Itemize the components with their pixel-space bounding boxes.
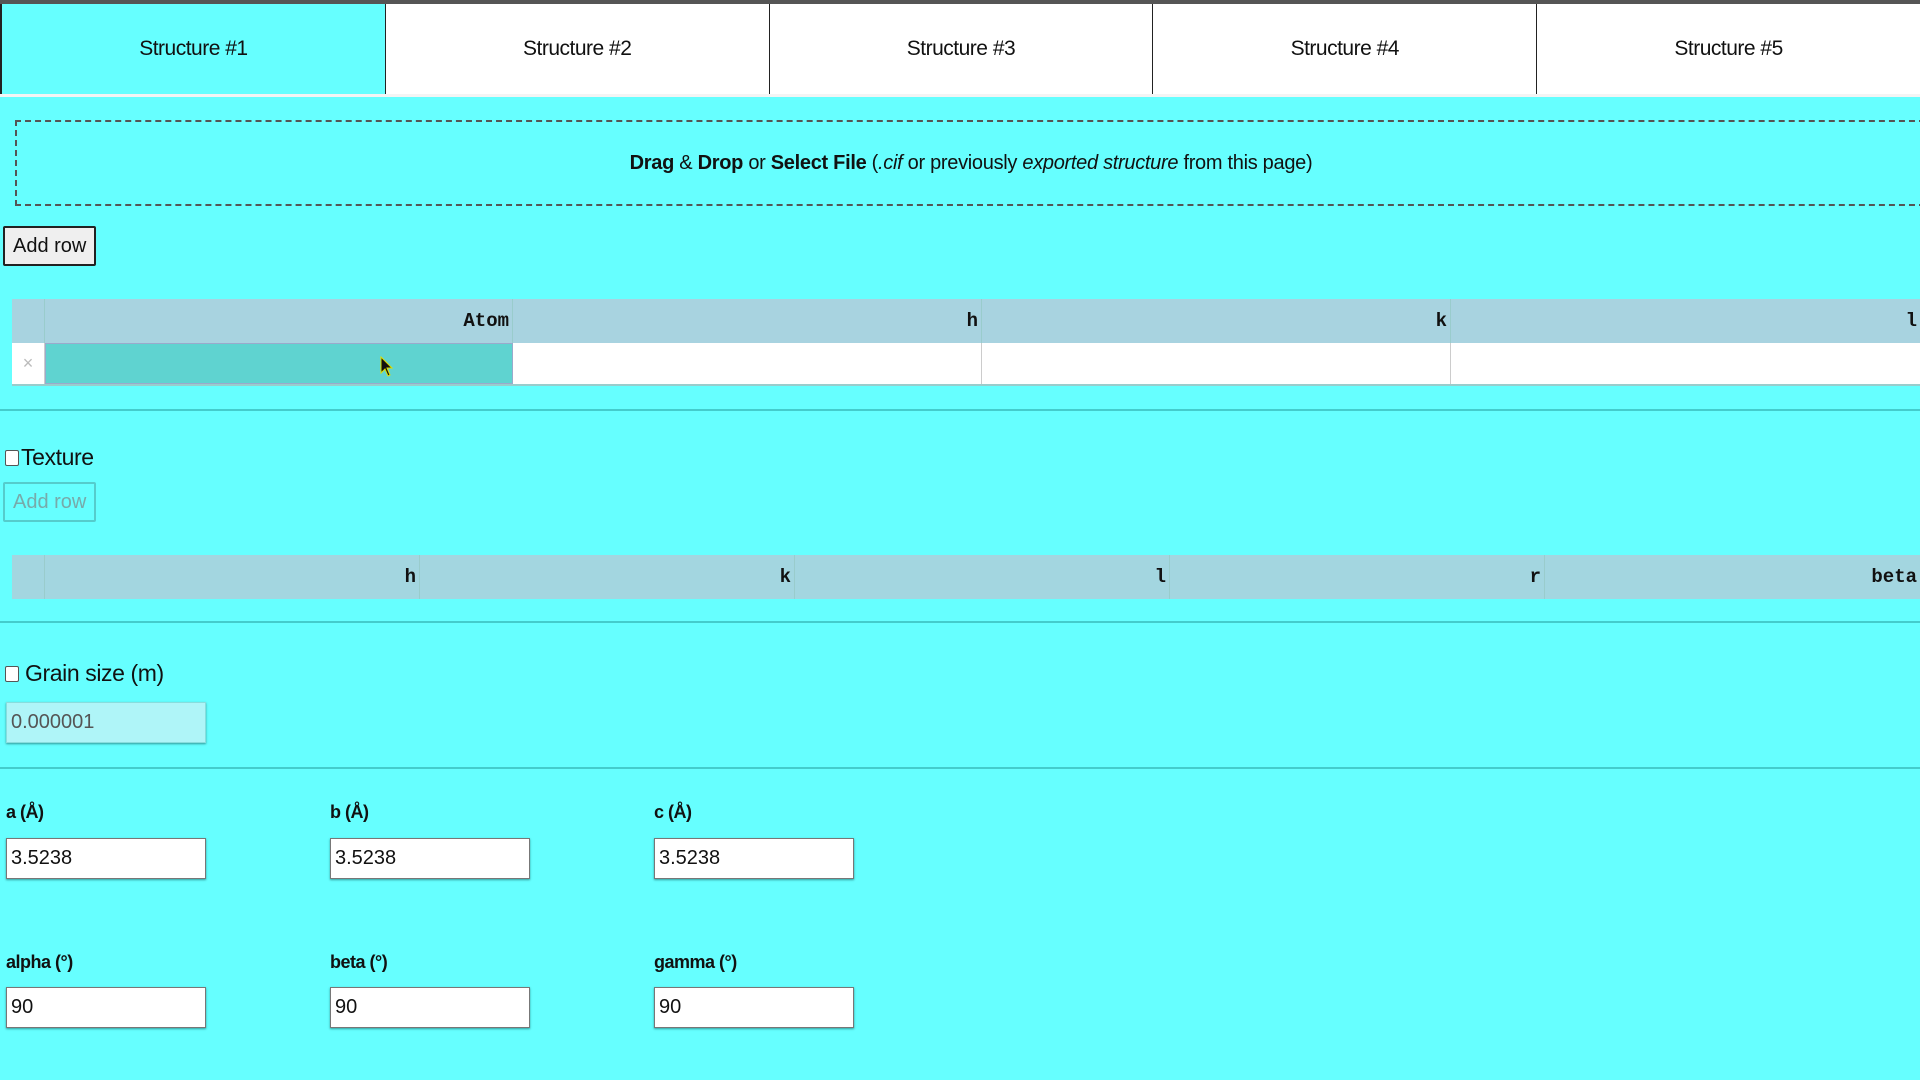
drop-text-or: or [743, 151, 771, 174]
k-cell[interactable] [982, 343, 1451, 384]
divider [0, 621, 1920, 623]
beta-input[interactable]: 90 [330, 987, 530, 1028]
drop-text-drop: Drop [697, 151, 744, 174]
texture-table: h k l r beta [12, 555, 1920, 599]
gamma-label: gamma (°) [654, 952, 737, 972]
tab-structure-3[interactable]: Structure #3 [769, 4, 1154, 94]
divider [0, 767, 1920, 769]
tab-structure-1[interactable]: Structure #1 [0, 4, 386, 94]
drop-text: Drag & Drop or Select File (.cif or prev… [630, 152, 1313, 175]
header-l[interactable]: l [795, 555, 1170, 599]
grain-size-label: Grain size (m) [25, 660, 164, 686]
table-row: × [12, 343, 1920, 386]
a-input[interactable]: 3.5238 [6, 838, 206, 879]
grain-size-checkbox[interactable] [5, 665, 19, 682]
c-label: c (Å) [654, 802, 692, 822]
b-label: b (Å) [330, 802, 369, 822]
structure-tabs: Structure #1 Structure #2 Structure #3 S… [0, 4, 1920, 97]
drop-text-cif: .cif [878, 151, 903, 174]
texture-label: Texture [21, 444, 94, 470]
grain-size-input[interactable]: 0.000001 [6, 702, 206, 743]
beta-label: beta (°) [330, 952, 388, 972]
header-l[interactable]: l [1451, 299, 1920, 343]
header-k[interactable]: k [420, 555, 795, 599]
drop-text-drag: Drag [629, 151, 675, 174]
drop-text-p3: from this page) [1178, 151, 1313, 174]
header-beta[interactable]: beta [1545, 555, 1920, 599]
alpha-label: alpha (°) [6, 952, 73, 972]
drop-text-p2: or previously [902, 151, 1023, 174]
header-r[interactable]: r [1170, 555, 1545, 599]
c-input[interactable]: 3.5238 [654, 838, 854, 879]
select-file-link[interactable]: Select File [771, 152, 867, 174]
add-texture-row-button[interactable]: Add row [3, 482, 97, 522]
tab-structure-2[interactable]: Structure #2 [385, 4, 770, 94]
mouse-cursor-icon [380, 356, 394, 377]
tab-structure-5[interactable]: Structure #5 [1537, 4, 1920, 94]
l-cell[interactable] [1451, 343, 1920, 384]
tab-structure-4[interactable]: Structure #4 [1153, 4, 1538, 94]
grain-size-toggle[interactable]: Grain size (m) [5, 660, 164, 687]
header-delete-col [12, 555, 45, 599]
atoms-table: Atom h k l × [12, 299, 1920, 386]
b-input[interactable]: 3.5238 [330, 838, 530, 879]
texture-toggle[interactable]: Texture [5, 444, 94, 471]
drop-text-p1: ( [866, 151, 879, 174]
header-h[interactable]: h [513, 299, 982, 343]
gamma-input[interactable]: 90 [654, 987, 854, 1028]
header-atom[interactable]: Atom [45, 299, 513, 343]
divider [0, 409, 1920, 411]
h-cell[interactable] [513, 343, 982, 384]
add-atom-row-button[interactable]: Add row [3, 226, 97, 266]
file-drop-zone[interactable]: Drag & Drop or Select File (.cif or prev… [15, 120, 1920, 206]
alpha-input[interactable]: 90 [6, 987, 206, 1028]
drop-text-exported: exported structure [1022, 151, 1179, 174]
header-k[interactable]: k [982, 299, 1451, 343]
atom-cell[interactable] [45, 343, 513, 384]
header-delete-col [12, 299, 45, 343]
drop-text-amp: & [674, 151, 698, 174]
delete-row-icon[interactable]: × [12, 343, 45, 384]
texture-checkbox[interactable] [5, 449, 19, 466]
a-label: a (Å) [6, 802, 44, 822]
header-h[interactable]: h [45, 555, 420, 599]
